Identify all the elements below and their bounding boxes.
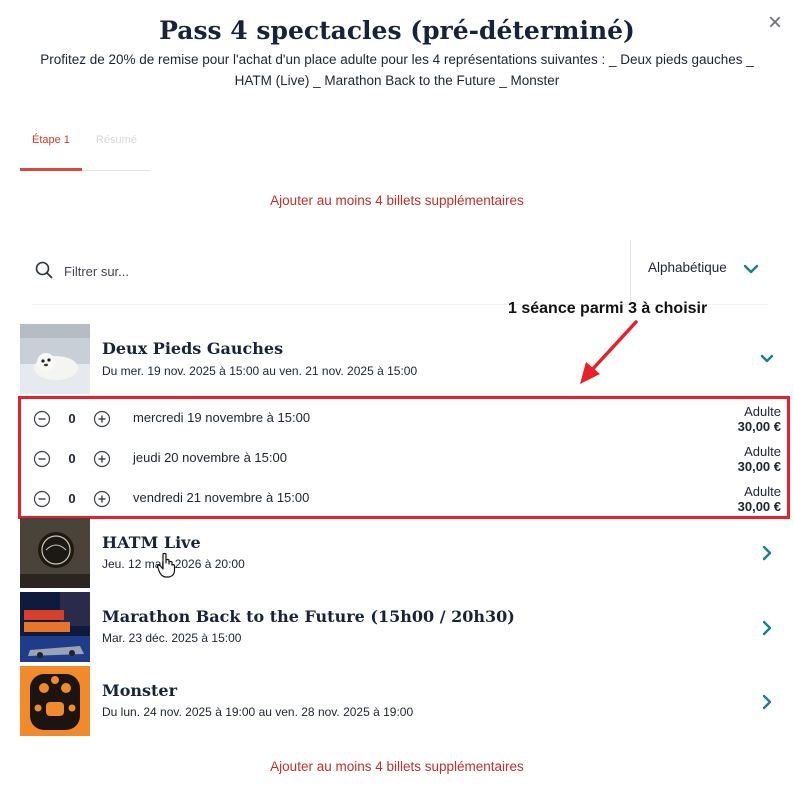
modal-description: Profitez de 20% de remise pour l'achat d… bbox=[40, 52, 754, 88]
price-value: 30,00 € bbox=[737, 419, 781, 434]
plus-circle-icon[interactable] bbox=[93, 410, 111, 428]
show-title[interactable]: HATM Live bbox=[102, 533, 201, 552]
tab-step-1[interactable]: Étape 1 bbox=[32, 134, 70, 146]
quantity-value: 0 bbox=[68, 411, 76, 426]
min-tickets-notice: Ajouter au moins 4 billets supplémentair… bbox=[270, 759, 524, 774]
quantity-value: 0 bbox=[68, 491, 76, 506]
chevron-right-icon[interactable] bbox=[758, 619, 776, 637]
session-label: vendredi 21 novembre à 15:00 bbox=[133, 490, 310, 505]
minus-circle-icon[interactable] bbox=[33, 450, 51, 468]
show-dates: Du lun. 24 nov. 2025 à 19:00 au ven. 28 … bbox=[102, 705, 414, 719]
tab-resume[interactable]: Résumé bbox=[96, 134, 137, 146]
cursor-hand-icon bbox=[156, 552, 176, 578]
annotation-arrow bbox=[580, 320, 638, 384]
search-icon bbox=[35, 261, 53, 279]
show-dates: Du mer. 19 nov. 2025 à 15:00 au ven. 21 … bbox=[102, 364, 418, 378]
filter-bar: Alphabétique bbox=[32, 240, 768, 305]
price-value: 30,00 € bbox=[737, 459, 781, 474]
show-dates: Mar. 23 déc. 2025 à 15:00 bbox=[102, 631, 242, 645]
modal-title: Pass 4 spectacles (pré-déterminé) bbox=[159, 16, 635, 45]
chevron-down-icon bbox=[743, 264, 759, 274]
show-title[interactable]: Monster bbox=[102, 681, 177, 700]
show-title[interactable]: Deux Pieds Gauches bbox=[102, 339, 283, 358]
plus-circle-icon[interactable] bbox=[93, 450, 111, 468]
show-title[interactable]: Marathon Back to the Future (15h00 / 20h… bbox=[102, 607, 515, 626]
min-tickets-notice: Ajouter au moins 4 billets supplémentair… bbox=[270, 193, 524, 208]
chevron-down-icon[interactable] bbox=[758, 350, 776, 368]
filter-input[interactable] bbox=[62, 260, 566, 282]
show-thumbnail-monster bbox=[20, 666, 90, 736]
annotation-text: 1 séance parmi 3 à choisir bbox=[508, 300, 708, 317]
steps-active-indicator bbox=[20, 168, 82, 171]
chevron-right-icon[interactable] bbox=[758, 693, 776, 711]
minus-circle-icon[interactable] bbox=[33, 410, 51, 428]
sessions-highlight-box: 0 mercredi 19 novembre à 15:00 Adulte 30… bbox=[18, 396, 790, 519]
session-row: 0 jeudi 20 novembre à 15:00 Adulte 30,00… bbox=[21, 442, 787, 482]
session-row: 0 mercredi 19 novembre à 15:00 Adulte 30… bbox=[21, 402, 787, 442]
show-thumbnail-hatm-live bbox=[20, 518, 90, 588]
chevron-right-icon[interactable] bbox=[758, 544, 776, 562]
plus-circle-icon[interactable] bbox=[93, 490, 111, 508]
price-type: Adulte bbox=[744, 404, 781, 419]
session-label: jeudi 20 novembre à 15:00 bbox=[133, 450, 287, 465]
sort-label: Alphabétique bbox=[648, 260, 727, 275]
minus-circle-icon[interactable] bbox=[33, 490, 51, 508]
show-thumbnail-back-to-the-future bbox=[20, 592, 90, 662]
sort-select[interactable]: Alphabétique bbox=[648, 258, 759, 282]
session-label: mercredi 19 novembre à 15:00 bbox=[133, 410, 311, 425]
price-type: Adulte bbox=[744, 444, 781, 459]
price-value: 30,00 € bbox=[737, 499, 781, 514]
show-thumbnail-deux-pieds-gauches bbox=[20, 324, 90, 394]
session-row: 0 vendredi 21 novembre à 15:00 Adulte 30… bbox=[21, 482, 787, 522]
price-type: Adulte bbox=[744, 484, 781, 499]
quantity-value: 0 bbox=[68, 451, 76, 466]
divider bbox=[630, 240, 631, 304]
